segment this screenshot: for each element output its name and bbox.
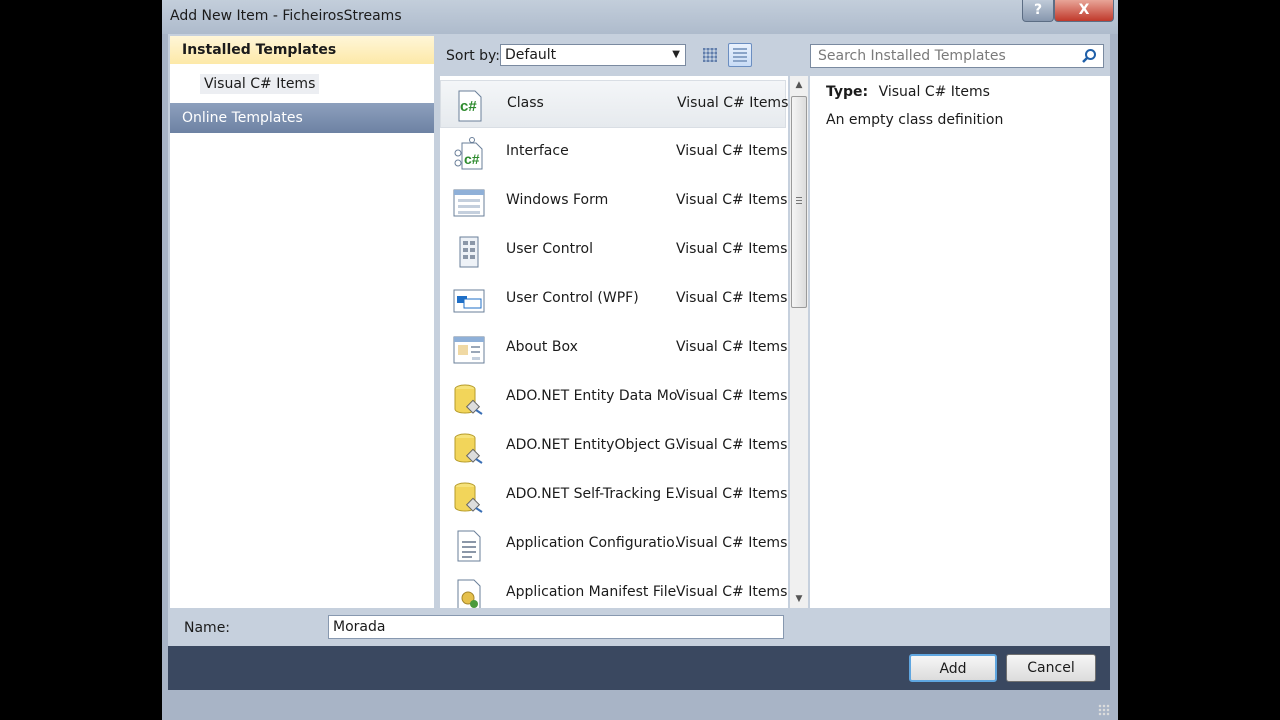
- manifest-file-icon: [452, 578, 486, 608]
- sort-by-label: Sort by:: [446, 48, 501, 64]
- template-name: User Control: [506, 241, 593, 257]
- template-name: User Control (WPF): [506, 290, 639, 306]
- add-new-item-dialog: Add New Item - FicheirosStreams ? X Inst…: [162, 0, 1118, 720]
- scroll-up-icon[interactable]: ▲: [790, 76, 808, 94]
- template-category: Visual C# Items: [676, 388, 788, 404]
- list-view-icon: [733, 48, 747, 62]
- interface-icon: c#: [452, 137, 486, 171]
- installed-templates-header[interactable]: Installed Templates: [170, 36, 434, 64]
- template-row[interactable]: Application Manifest File Visual C# Items: [440, 570, 788, 608]
- windows-form-icon: [452, 186, 486, 220]
- class-icon: c#: [453, 89, 487, 123]
- name-input[interactable]: Morada: [328, 615, 784, 639]
- about-box-icon: [452, 333, 486, 367]
- category-visual-csharp-items[interactable]: Visual C# Items: [200, 74, 320, 94]
- template-category: Visual C# Items: [676, 143, 788, 159]
- template-list-scrollbar[interactable]: ▲ ▼: [790, 76, 808, 608]
- template-row[interactable]: ADO.NET Entity Data Mo... Visual C# Items: [440, 374, 788, 422]
- template-category: Visual C# Items: [676, 535, 788, 551]
- template-list: c# Class Visual C# Items c# Interface Visual …: [440, 76, 788, 608]
- grid-view-icon: [703, 48, 717, 62]
- template-name: ADO.NET Entity Data Mo...: [506, 388, 678, 404]
- template-categories-pane: Installed Templates Visual C# Items Onli…: [170, 36, 434, 608]
- template-name: Class: [507, 95, 544, 111]
- database-icon: [452, 431, 486, 465]
- template-name: Application Manifest File: [506, 584, 677, 600]
- template-description-pane: Type: Visual C# Items An empty class def…: [810, 76, 1110, 608]
- template-row[interactable]: About Box Visual C# Items: [440, 325, 788, 373]
- add-button[interactable]: Add: [909, 654, 997, 682]
- medium-icons-view-button[interactable]: [698, 43, 722, 67]
- description-type: Type: Visual C# Items: [826, 84, 990, 100]
- template-row[interactable]: Application Configuratio... Visual C# Ite…: [440, 521, 788, 569]
- template-row[interactable]: User Control Visual C# Items: [440, 227, 788, 275]
- template-row[interactable]: c# Class Visual C# Items: [440, 80, 788, 128]
- chevron-down-icon: ▼: [672, 49, 680, 60]
- template-name: Application Configuratio...: [506, 535, 678, 551]
- type-value: Visual C# Items: [878, 84, 990, 100]
- template-name: About Box: [506, 339, 578, 355]
- template-category: Visual C# Items: [677, 95, 788, 111]
- search-icon[interactable]: [1081, 48, 1097, 64]
- template-row[interactable]: User Control (WPF) Visual C# Items: [440, 276, 788, 324]
- help-button[interactable]: ?: [1022, 0, 1054, 22]
- template-category: Visual C# Items: [676, 486, 788, 502]
- template-category: Visual C# Items: [676, 437, 788, 453]
- name-label: Name:: [184, 620, 231, 636]
- cancel-button[interactable]: Cancel: [1006, 654, 1096, 682]
- details-view-button[interactable]: [728, 43, 752, 67]
- scroll-thumb[interactable]: [791, 96, 807, 308]
- svg-text:c#: c#: [460, 98, 477, 115]
- close-button[interactable]: X: [1054, 0, 1114, 22]
- template-category: Visual C# Items: [676, 584, 788, 600]
- template-row[interactable]: ADO.NET Self-Tracking E... Visual C# Item…: [440, 472, 788, 520]
- template-name: ADO.NET Self-Tracking E...: [506, 486, 678, 502]
- window-title: Add New Item - FicheirosStreams: [170, 8, 402, 24]
- template-name: Interface: [506, 143, 569, 159]
- template-row[interactable]: c# Interface Visual C# Items: [440, 129, 788, 177]
- search-templates-input[interactable]: Search Installed Templates: [810, 44, 1104, 68]
- template-category: Visual C# Items: [676, 290, 788, 306]
- dialog-content: Installed Templates Visual C# Items Onli…: [168, 34, 1110, 690]
- title-bar[interactable]: Add New Item - FicheirosStreams ? X: [162, 0, 1118, 34]
- template-name: ADO.NET EntityObject G...: [506, 437, 678, 453]
- search-placeholder: Search Installed Templates: [818, 48, 1006, 64]
- scroll-down-icon[interactable]: ▼: [790, 590, 808, 608]
- button-bar: Add Cancel: [168, 646, 1110, 690]
- template-category: Visual C# Items: [676, 192, 788, 208]
- user-control-icon: [452, 235, 486, 269]
- template-row[interactable]: Windows Form Visual C# Items: [440, 178, 788, 226]
- database-icon: [452, 382, 486, 416]
- template-name: Windows Form: [506, 192, 609, 208]
- database-icon: [452, 480, 486, 514]
- resize-grip-icon[interactable]: [1098, 704, 1110, 716]
- sort-by-value: Default: [505, 47, 557, 63]
- sort-by-select[interactable]: Default ▼: [500, 44, 686, 66]
- template-category: Visual C# Items: [676, 339, 788, 355]
- wpf-control-icon: [452, 284, 486, 318]
- svg-text:c#: c#: [464, 151, 480, 167]
- config-file-icon: [452, 529, 486, 563]
- template-category: Visual C# Items: [676, 241, 788, 257]
- template-row[interactable]: ADO.NET EntityObject G... Visual C# Items: [440, 423, 788, 471]
- online-templates-header[interactable]: Online Templates: [170, 103, 434, 133]
- description-text: An empty class definition: [826, 112, 1004, 128]
- type-label: Type:: [826, 84, 869, 100]
